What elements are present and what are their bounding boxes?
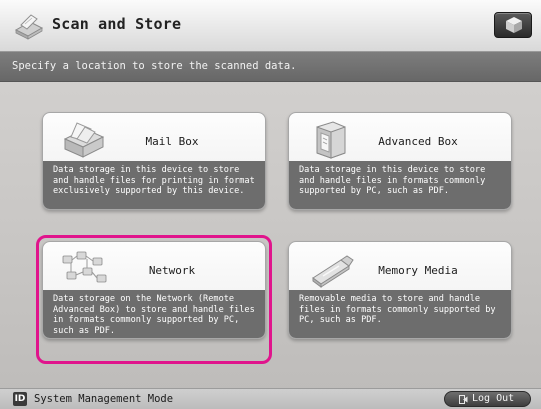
scanner-icon	[14, 14, 44, 40]
instruction-text: Specify a location to store the scanned …	[12, 60, 297, 72]
instruction-bar: Specify a location to store the scanned …	[0, 52, 541, 82]
logout-icon	[459, 395, 468, 404]
logout-button[interactable]: Log Out	[444, 391, 531, 407]
scan-and-store-screen: Scan and Store Specify a location to sto…	[0, 0, 541, 409]
mail-box-description: Data storage in this device to store and…	[43, 161, 265, 209]
advanced-box-button[interactable]: Advanced Box Data storage in this device…	[288, 112, 512, 210]
advanced-box-description: Data storage in this device to store and…	[289, 161, 511, 209]
cube-icon	[506, 17, 522, 33]
memory-media-description: Removable media to store and handle file…	[289, 290, 511, 338]
system-mode-label: System Management Mode	[34, 393, 174, 405]
status-bar: ID System Management Mode Log Out	[0, 388, 541, 409]
settings-button[interactable]	[494, 12, 532, 38]
mail-box-button[interactable]: Mail Box Data storage in this device to …	[42, 112, 266, 210]
memory-media-title: Memory Media	[378, 264, 458, 277]
selection-highlight	[36, 235, 272, 364]
page-title: Scan and Store	[52, 15, 182, 33]
id-icon: ID	[13, 392, 27, 406]
title-bar: Scan and Store	[0, 0, 541, 52]
mail-box-title: Mail Box	[145, 135, 199, 148]
advanced-box-title: Advanced Box	[378, 135, 458, 148]
logout-label: Log Out	[472, 393, 515, 404]
memory-media-button[interactable]: Memory Media Removable media to store an…	[288, 241, 512, 339]
